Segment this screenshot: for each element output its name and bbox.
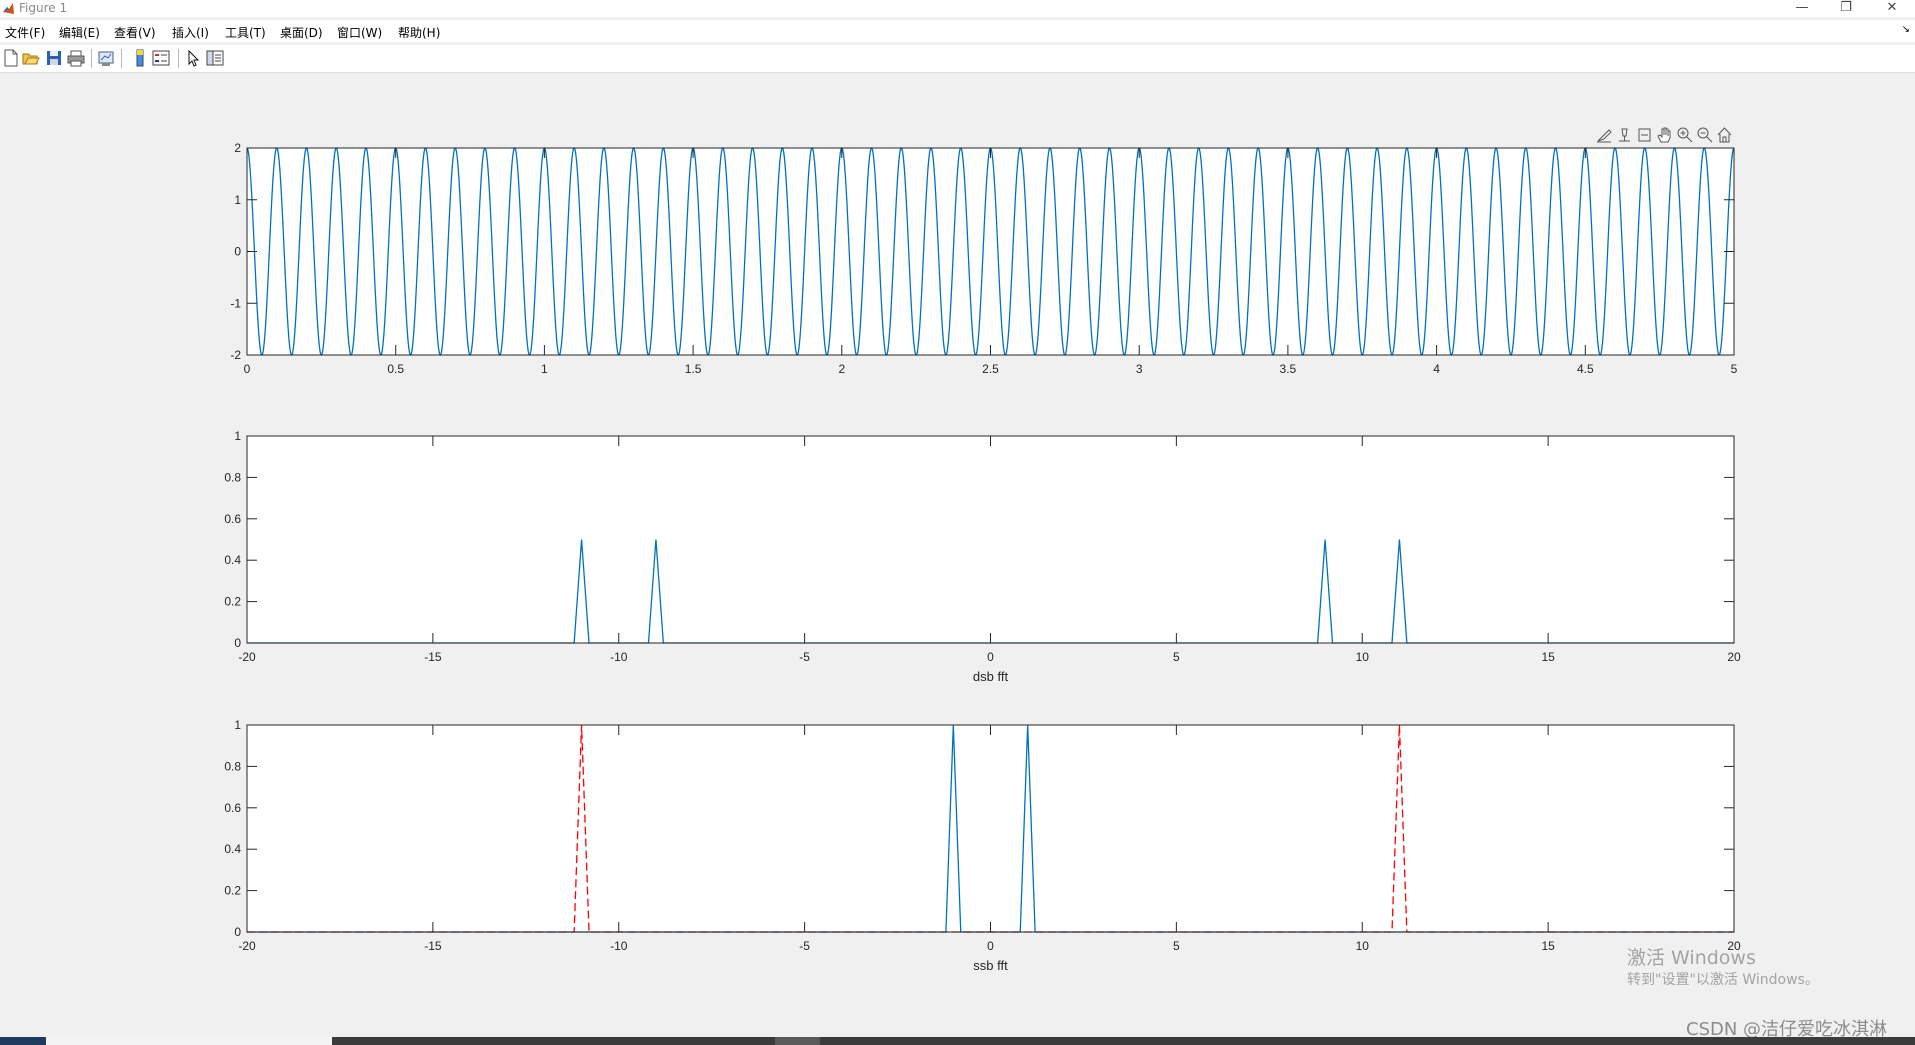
x-tick-label: -5 bbox=[799, 650, 810, 664]
x-tick-label: 0 bbox=[244, 362, 251, 376]
x-tick-label: -15 bbox=[424, 939, 442, 953]
x-tick-label: 0 bbox=[987, 939, 994, 953]
x-tick-label: -15 bbox=[424, 650, 442, 664]
x-tick-label: 15 bbox=[1541, 939, 1555, 953]
x-tick-label: 3.5 bbox=[1280, 362, 1297, 376]
x-tick-label: 1 bbox=[541, 362, 548, 376]
y-tick-label: 0.2 bbox=[224, 595, 241, 609]
x-tick-label: 4 bbox=[1433, 362, 1440, 376]
figure-canvas: 0 0.5 1 1.5 2 2.5 3 3.5 4 4.5 5-2-1012-20 -15 -10 -5 0… bbox=[224, 141, 1741, 973]
x-tick-label: 0 bbox=[987, 650, 994, 664]
y-tick-label: 0.8 bbox=[224, 759, 241, 773]
y-tick-label: 1 bbox=[234, 193, 241, 207]
y-tick-label: 0.4 bbox=[224, 553, 241, 567]
x-tick-label: 15 bbox=[1541, 650, 1555, 664]
x-tick-label: 1.5 bbox=[685, 362, 702, 376]
plot-area bbox=[247, 436, 1734, 643]
y-tick-label: 0.8 bbox=[224, 470, 241, 484]
taskbar-app[interactable] bbox=[775, 1037, 820, 1045]
plot-area bbox=[247, 148, 1734, 355]
axes-3: -20 -15 -10 -5 0 5 10 15 2000.20.40.60.81ssb fft bbox=[224, 718, 1741, 973]
y-tick-label: 2 bbox=[234, 141, 241, 155]
taskbar-start[interactable] bbox=[0, 1037, 46, 1045]
zoom-in-icon[interactable] bbox=[1676, 126, 1693, 144]
datatip-icon[interactable] bbox=[1616, 126, 1633, 144]
taskbar-search[interactable] bbox=[46, 1037, 332, 1045]
restore-view-icon[interactable] bbox=[1636, 126, 1653, 144]
x-tick-label: 5 bbox=[1731, 362, 1738, 376]
x-tick-label: 20 bbox=[1727, 650, 1741, 664]
x-tick-label: -5 bbox=[799, 939, 810, 953]
y-tick-label: 0 bbox=[234, 636, 241, 650]
y-tick-label: 1 bbox=[234, 718, 241, 732]
x-tick-label: 5 bbox=[1173, 650, 1180, 664]
x-tick-label: -20 bbox=[238, 650, 256, 664]
x-tick-label: 2 bbox=[838, 362, 845, 376]
x-axis-label: ssb fft bbox=[973, 958, 1008, 973]
y-tick-label: 0 bbox=[234, 245, 241, 259]
axes-1: 0 0.5 1 1.5 2 2.5 3 3.5 4 4.5 5 -2 -1 0 1 2 bbox=[230, 141, 1737, 376]
pan-hand-icon[interactable] bbox=[1656, 126, 1673, 144]
y-tick-label: 0.4 bbox=[224, 842, 241, 856]
x-tick-label: -20 bbox=[238, 939, 256, 953]
x-tick-label: 2.5 bbox=[982, 362, 999, 376]
y-tick-label: -2 bbox=[230, 348, 241, 362]
zoom-out-icon[interactable] bbox=[1696, 126, 1713, 144]
activation-watermark-title: 激活 Windows bbox=[1627, 947, 1756, 969]
y-tick-label: 0 bbox=[234, 925, 241, 939]
x-tick-label: -10 bbox=[610, 650, 628, 664]
plot-area bbox=[247, 725, 1734, 932]
x-tick-label: 5 bbox=[1173, 939, 1180, 953]
y-tick-label: 1 bbox=[234, 429, 241, 443]
x-tick-label: 0.5 bbox=[387, 362, 404, 376]
home-icon[interactable] bbox=[1716, 126, 1733, 144]
x-axis-label: dsb fft bbox=[973, 669, 1009, 684]
y-tick-label: 0.6 bbox=[224, 512, 241, 526]
axes-2: -20 -15 -10 -5 0 5 10 15 20 0 0.2 0.4 0.6 0.8 1 dsb fft bbox=[224, 429, 1741, 684]
taskbar bbox=[0, 1037, 1915, 1045]
x-tick-label: 3 bbox=[1136, 362, 1143, 376]
y-tick-label: -1 bbox=[230, 296, 241, 310]
x-tick-label: 10 bbox=[1356, 650, 1370, 664]
y-tick-label: 0.2 bbox=[224, 884, 241, 898]
x-tick-label: 4.5 bbox=[1577, 362, 1594, 376]
y-tick-label: 0.6 bbox=[224, 801, 241, 815]
x-tick-label: -10 bbox=[610, 939, 628, 953]
brush-icon[interactable] bbox=[1596, 126, 1613, 144]
x-tick-label: 10 bbox=[1356, 939, 1370, 953]
activation-watermark-hint: 转到"设置"以激活 Windows。 bbox=[1627, 972, 1819, 988]
